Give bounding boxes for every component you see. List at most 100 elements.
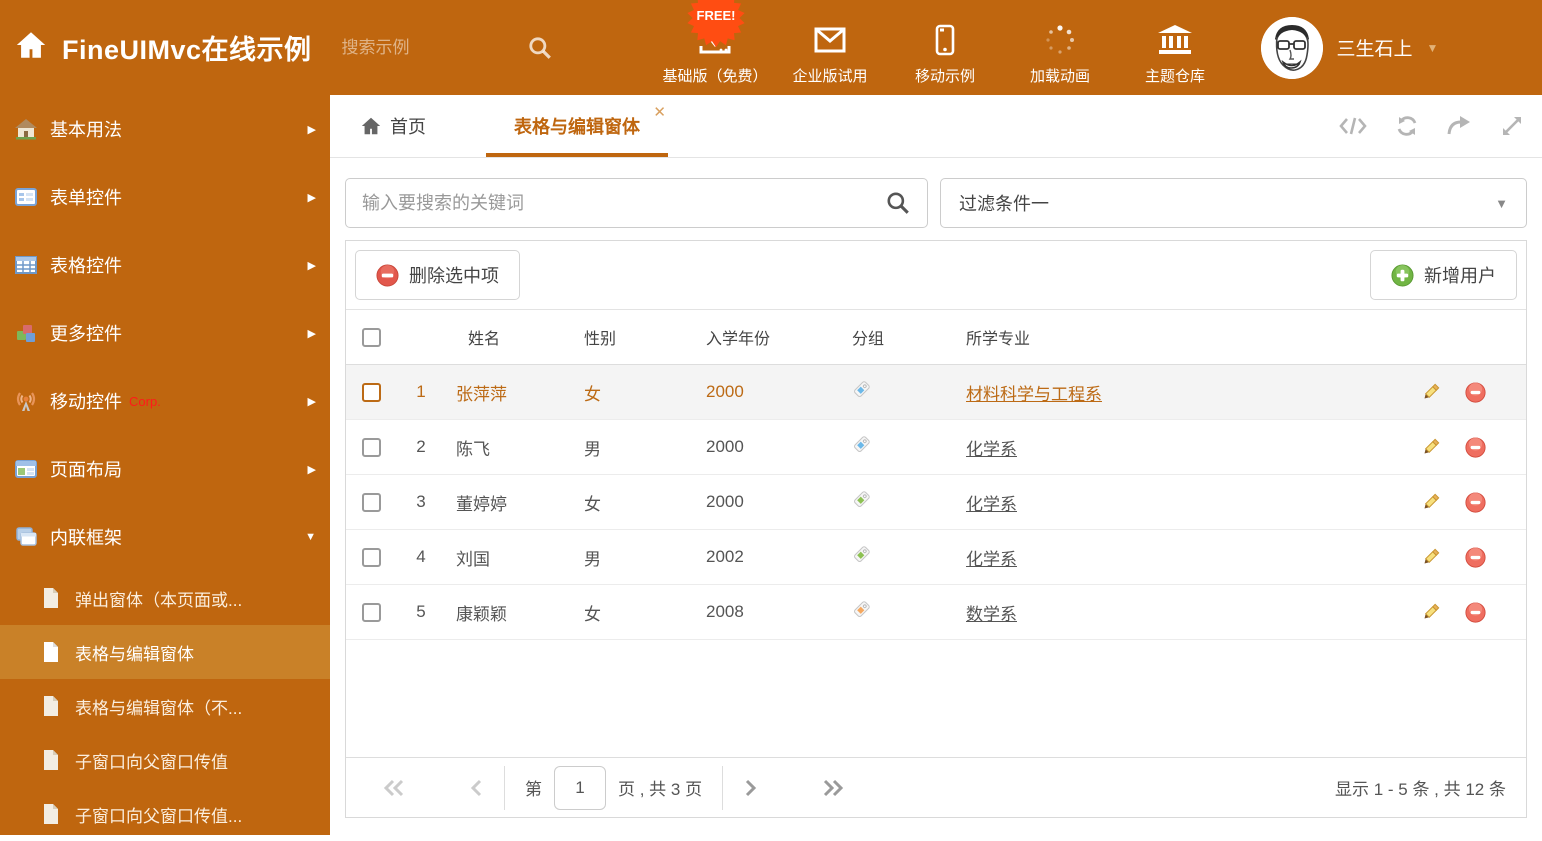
page-label-suffix: 页 , 共 3 页 <box>618 775 702 800</box>
major-link[interactable]: 化学系 <box>966 550 1017 569</box>
code-icon[interactable] <box>1338 114 1368 138</box>
row-number: 2 <box>396 437 446 457</box>
nav-theme-store[interactable]: 主题仓库 <box>1118 10 1233 86</box>
sidebar-subitem-grid-edit-window-2[interactable]: 表格与编辑窗体（不... <box>0 679 330 733</box>
edit-icon[interactable] <box>1421 547 1441 567</box>
sidebar-item-form-controls[interactable]: 表单控件 ▶ <box>0 163 330 231</box>
sidebar-item-basic-usage[interactable]: 基本用法 ▶ <box>0 95 330 163</box>
nav-enterprise-trial[interactable]: 企业版试用 <box>773 10 888 86</box>
table-row[interactable]: 4 刘国 男 2002 化学系 <box>346 530 1526 585</box>
file-icon <box>40 587 62 609</box>
col-major[interactable]: 所学专业 <box>956 325 1376 349</box>
sidebar-item-page-layout[interactable]: 页面布局 ▶ <box>0 435 330 503</box>
cell-year: 2000 <box>696 437 842 457</box>
sidebar-subitem-child-to-parent-2[interactable]: 子窗口向父窗口传值... <box>0 787 330 841</box>
header-nav: FREE! 基础版（免费） 企业版试用 移动示例 <box>658 10 1233 86</box>
header-search-input[interactable] <box>342 38 492 58</box>
file-icon <box>40 695 62 717</box>
filter-dropdown[interactable]: 过滤条件一 ▼ <box>940 178 1527 228</box>
major-link[interactable]: 化学系 <box>966 495 1017 514</box>
major-link[interactable]: 数学系 <box>966 605 1017 624</box>
col-name[interactable]: 姓名 <box>446 325 574 349</box>
col-gender[interactable]: 性别 <box>574 325 696 349</box>
tag-icon <box>842 600 956 624</box>
major-link[interactable]: 材料科学与工程系 <box>966 385 1102 404</box>
edit-icon[interactable] <box>1421 382 1441 402</box>
delete-icon[interactable] <box>1465 382 1486 403</box>
search-icon[interactable] <box>527 35 553 61</box>
select-all-checkbox[interactable] <box>362 328 381 347</box>
next-page-button[interactable] <box>743 777 759 799</box>
table-row[interactable]: 1 张萍萍 女 2000 材料科学与工程系 <box>346 365 1526 420</box>
expand-icon[interactable] <box>1500 114 1524 138</box>
user-menu[interactable]: 三生石上 ▼ <box>1261 17 1439 79</box>
col-group[interactable]: 分组 <box>842 325 956 349</box>
chevron-right-icon: ▶ <box>308 395 316 408</box>
cell-name: 张萍萍 <box>446 380 574 405</box>
chevron-right-icon: ▶ <box>308 123 316 136</box>
sidebar-subitem-grid-edit-window[interactable]: 表格与编辑窗体 <box>0 625 330 679</box>
chevron-right-icon: ▶ <box>308 259 316 272</box>
delete-icon[interactable] <box>1465 602 1486 623</box>
avatar <box>1261 17 1323 79</box>
edit-icon[interactable] <box>1421 492 1441 512</box>
sidebar-item-iframe[interactable]: 内联框架 ▼ <box>0 503 330 571</box>
prev-page-button[interactable] <box>468 777 484 799</box>
cell-year: 2000 <box>696 492 842 512</box>
filter-row: 过滤条件一 ▼ <box>345 178 1527 228</box>
first-page-button[interactable] <box>382 777 406 799</box>
table-icon <box>14 253 38 277</box>
edit-icon[interactable] <box>1421 602 1441 622</box>
sidebar-subitem-popup-window[interactable]: 弹出窗体（本页面或... <box>0 571 330 625</box>
tab-home[interactable]: 首页 <box>360 95 426 157</box>
brand[interactable]: FineUIMvc在线示例 <box>0 28 312 67</box>
sidebar-item-mobile-controls[interactable]: 移动控件 Corp. ▶ <box>0 367 330 435</box>
app-header: FineUIMvc在线示例 FREE! 基础版（免费） 企业版试用 <box>0 0 1542 95</box>
share-icon[interactable] <box>1446 114 1474 138</box>
house-icon <box>14 117 38 141</box>
add-user-button[interactable]: 新增用户 <box>1370 250 1517 300</box>
user-name: 三生石上 <box>1337 34 1413 61</box>
page-number-input[interactable] <box>554 766 606 810</box>
table-row[interactable]: 3 董婷婷 女 2000 化学系 <box>346 475 1526 530</box>
free-badge: FREE! <box>686 0 746 48</box>
tab-bar: 首页 表格与编辑窗体 ✕ <box>330 95 1542 158</box>
file-icon <box>40 641 62 663</box>
row-checkbox[interactable] <box>362 548 381 567</box>
major-link[interactable]: 化学系 <box>966 440 1017 459</box>
row-number: 1 <box>396 382 446 402</box>
delete-icon[interactable] <box>1465 547 1486 568</box>
table-row[interactable]: 2 陈飞 男 2000 化学系 <box>346 420 1526 475</box>
table-row[interactable]: 5 康颖颖 女 2008 数学系 <box>346 585 1526 640</box>
row-checkbox[interactable] <box>362 383 381 402</box>
nav-loading-animation[interactable]: 加载动画 <box>1003 10 1118 86</box>
col-year[interactable]: 入学年份 <box>696 325 842 349</box>
cell-gender: 女 <box>574 600 696 625</box>
delete-icon[interactable] <box>1465 492 1486 513</box>
data-grid: 删除选中项 新增用户 姓名 性别 入学年份 分组 所学专业 1 张萍萍 女 20… <box>345 240 1527 818</box>
delete-selected-button[interactable]: 删除选中项 <box>355 250 520 300</box>
edit-icon[interactable] <box>1421 437 1441 457</box>
sidebar-item-more-controls[interactable]: 更多控件 ▶ <box>0 299 330 367</box>
antenna-icon <box>14 389 38 413</box>
cell-year: 2000 <box>696 382 842 402</box>
cell-gender: 男 <box>574 545 696 570</box>
chevron-down-icon: ▼ <box>305 531 316 543</box>
row-checkbox[interactable] <box>362 493 381 512</box>
delete-icon[interactable] <box>1465 437 1486 458</box>
last-page-button[interactable] <box>821 777 845 799</box>
cell-year: 2002 <box>696 547 842 567</box>
sidebar-item-grid-controls[interactable]: 表格控件 ▶ <box>0 231 330 299</box>
chevron-down-icon: ▼ <box>1495 196 1508 211</box>
keyword-search-input[interactable] <box>362 193 885 214</box>
refresh-icon[interactable] <box>1394 114 1420 138</box>
divider <box>504 766 505 810</box>
search-icon[interactable] <box>885 190 911 216</box>
sidebar-subitem-child-to-parent[interactable]: 子窗口向父窗口传值 <box>0 733 330 787</box>
cell-name: 康颖颖 <box>446 600 574 625</box>
row-checkbox[interactable] <box>362 603 381 622</box>
row-checkbox[interactable] <box>362 438 381 457</box>
close-icon[interactable]: ✕ <box>653 103 666 121</box>
nav-mobile-demo[interactable]: 移动示例 <box>888 10 1003 86</box>
tab-grid-edit-window[interactable]: 表格与编辑窗体 ✕ <box>486 95 668 157</box>
